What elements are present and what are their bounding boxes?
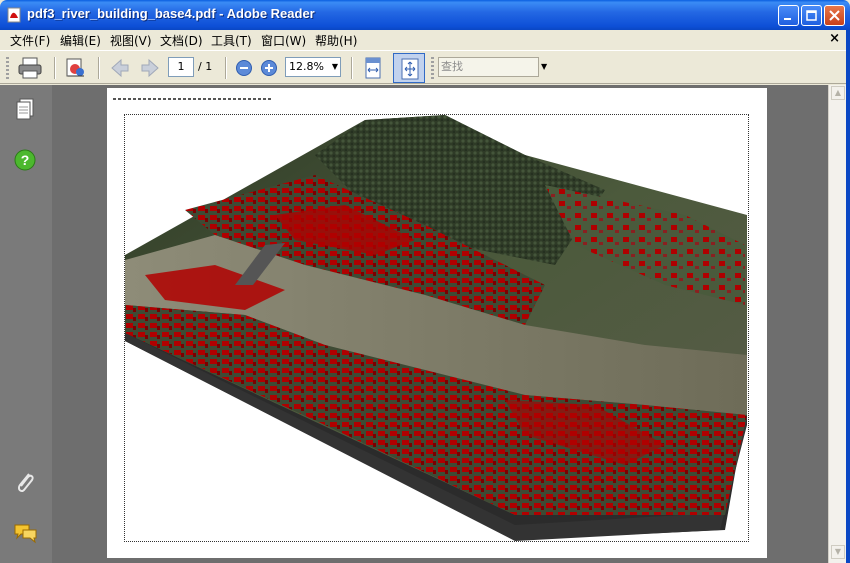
page-header-text: [113, 98, 273, 100]
pdf-app-icon: [7, 7, 21, 23]
fit-width-icon[interactable]: [361, 56, 385, 80]
close-icon: [829, 10, 840, 21]
page-total: / 1: [198, 60, 213, 73]
menu-window[interactable]: 窗口(W): [261, 32, 306, 49]
menu-file[interactable]: 文件(F): [10, 32, 50, 49]
scroll-up-button[interactable]: ▲: [831, 86, 845, 100]
toolbar-separator: [351, 57, 353, 79]
next-page-icon[interactable]: [138, 56, 162, 80]
title-bar: pdf3_river_building_base4.pdf - Adobe Re…: [0, 0, 850, 30]
zoom-out-icon[interactable]: [235, 59, 253, 77]
toolbar: 1 / 1 12.8% ▼ 查找 ▼: [0, 50, 850, 84]
menu-bar: 文件(F) 编辑(E) 视图(V) 文档(D) 工具(T) 窗口(W) 帮助(H…: [0, 30, 850, 50]
menu-document[interactable]: 文档(D): [160, 32, 203, 49]
window-title: pdf3_river_building_base4.pdf - Adobe Re…: [27, 6, 315, 21]
fit-page-button[interactable]: [393, 53, 425, 83]
minimize-button[interactable]: [778, 5, 799, 26]
toolbar-separator: [54, 57, 56, 79]
toolbar-separator: [225, 57, 227, 79]
toolbar-separator: [98, 57, 100, 79]
previous-page-icon[interactable]: [108, 56, 132, 80]
pdf-page: [107, 88, 767, 558]
menu-edit[interactable]: 编辑(E): [60, 32, 101, 49]
navigation-pane: ?: [0, 85, 52, 563]
menu-tools[interactable]: 工具(T): [211, 32, 252, 49]
minimize-icon: [784, 18, 791, 20]
close-window-button[interactable]: [824, 5, 845, 26]
paperclip-icon[interactable]: [13, 470, 37, 496]
svg-text:?: ?: [21, 152, 30, 168]
window-border: [846, 30, 850, 563]
chevron-down-icon: ▼: [331, 62, 338, 71]
search-input[interactable]: 查找: [438, 57, 539, 77]
document-area[interactable]: [52, 85, 828, 563]
page-number-input[interactable]: 1: [168, 57, 194, 77]
print-icon[interactable]: [17, 56, 43, 80]
maximize-icon: [806, 10, 817, 21]
vertical-scrollbar[interactable]: ▲ ▼: [828, 85, 846, 563]
maximize-button[interactable]: [801, 5, 822, 26]
chevron-down-icon[interactable]: ▼: [541, 62, 547, 71]
zoom-in-icon[interactable]: [260, 59, 278, 77]
menu-help[interactable]: 帮助(H): [315, 32, 357, 49]
fit-page-icon: [401, 58, 419, 80]
zoom-level-value: 12.8%: [289, 60, 324, 73]
zoom-level-select[interactable]: 12.8% ▼: [285, 57, 341, 77]
properties-icon[interactable]: [64, 56, 88, 80]
help-icon[interactable]: ?: [13, 148, 37, 172]
river-buildings-3d-model: [125, 115, 747, 541]
scroll-down-button[interactable]: ▼: [831, 545, 845, 559]
toolbar-grip[interactable]: [6, 57, 9, 79]
toolbar-grip[interactable]: [431, 57, 434, 79]
pages-icon[interactable]: [13, 97, 37, 123]
comments-icon[interactable]: [13, 522, 39, 544]
menu-view[interactable]: 视图(V): [110, 32, 152, 49]
close-document-button[interactable]: ×: [829, 31, 840, 46]
